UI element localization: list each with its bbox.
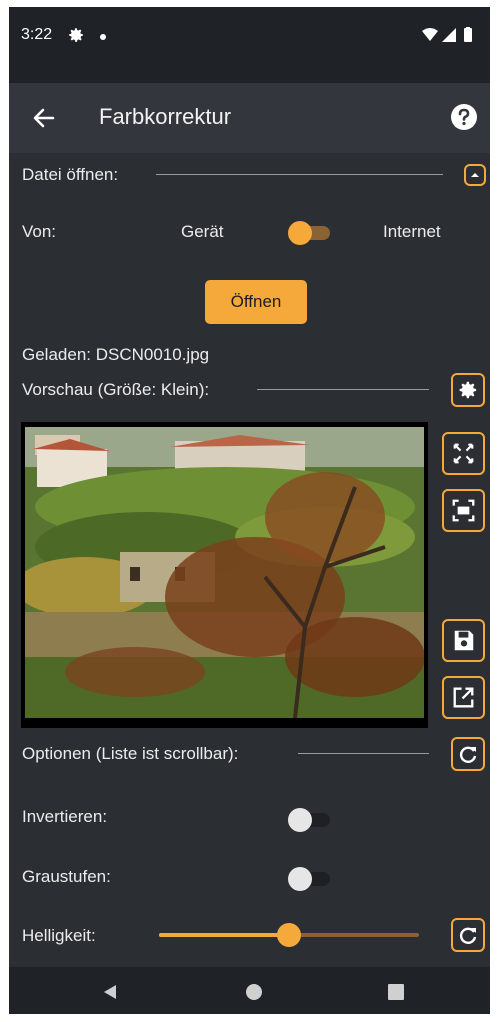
status-bar: 3:22: [9, 7, 490, 83]
fit-button[interactable]: [442, 489, 485, 532]
toggle-thumb: [288, 867, 312, 891]
notification-dot-icon: [100, 34, 106, 40]
grayscale-label: Graustufen:: [22, 867, 111, 886]
fit-icon: [452, 499, 475, 522]
preview-photo: [25, 427, 424, 718]
reset-icon: [459, 746, 477, 763]
page-title: Farbkorrektur: [99, 104, 232, 129]
options-reset-button[interactable]: [451, 737, 485, 771]
brightness-reset-button[interactable]: [451, 918, 485, 952]
preview-section-header: Vorschau (Größe: Klein):: [22, 380, 210, 399]
help-icon[interactable]: [450, 103, 478, 131]
preview-settings-button[interactable]: [451, 373, 485, 407]
preview-image[interactable]: [21, 422, 428, 728]
phone-screen: 3:22 Farbkorrektur Datei öffnen: Von: Ge…: [9, 7, 490, 1014]
settings-icon: [459, 381, 477, 399]
fullscreen-icon: [453, 443, 474, 464]
invert-toggle[interactable]: [288, 805, 332, 832]
source-option-device[interactable]: Gerät: [181, 222, 224, 242]
collapse-icon: [471, 173, 479, 177]
back-arrow-icon[interactable]: [29, 103, 59, 133]
app-bar: Farbkorrektur: [9, 83, 490, 153]
divider: [298, 753, 429, 754]
battery-icon: [464, 27, 472, 42]
nav-home-icon[interactable]: [245, 983, 263, 1001]
toggle-thumb: [288, 221, 312, 245]
signal-icon: [442, 28, 456, 42]
system-nav-bar: [9, 967, 490, 1014]
wifi-icon: [422, 28, 438, 41]
source-label: Von:: [22, 222, 57, 241]
open-external-button[interactable]: [442, 676, 485, 719]
source-toggle[interactable]: [288, 218, 332, 245]
fullscreen-button[interactable]: [442, 432, 485, 475]
nav-recents-icon[interactable]: [388, 984, 404, 1000]
collapse-button[interactable]: [464, 164, 486, 186]
status-time: 3:22: [21, 26, 53, 43]
divider: [156, 174, 443, 175]
open-button[interactable]: Öffnen: [205, 280, 307, 324]
save-button[interactable]: [442, 619, 485, 662]
options-section-header: Optionen (Liste ist scrollbar):: [22, 744, 239, 763]
nav-back-icon[interactable]: [101, 983, 119, 1001]
divider: [257, 389, 429, 390]
reset-icon: [459, 927, 477, 944]
source-option-internet[interactable]: Internet: [383, 222, 441, 242]
brightness-slider[interactable]: [159, 922, 419, 948]
toggle-thumb: [288, 808, 312, 832]
loaded-file-text: Geladen: DSCN0010.jpg: [22, 345, 210, 364]
status-icons: [422, 27, 472, 42]
grayscale-toggle[interactable]: [288, 864, 332, 891]
slider-thumb[interactable]: [277, 923, 301, 947]
invert-label: Invertieren:: [22, 807, 108, 826]
brightness-label: Helligkeit:: [22, 926, 96, 945]
open-external-icon: [453, 687, 474, 708]
save-icon: [454, 630, 474, 651]
file-section-header: Datei öffnen:: [22, 165, 119, 184]
slider-fill: [159, 933, 289, 937]
settings-gear-icon: [69, 28, 83, 42]
